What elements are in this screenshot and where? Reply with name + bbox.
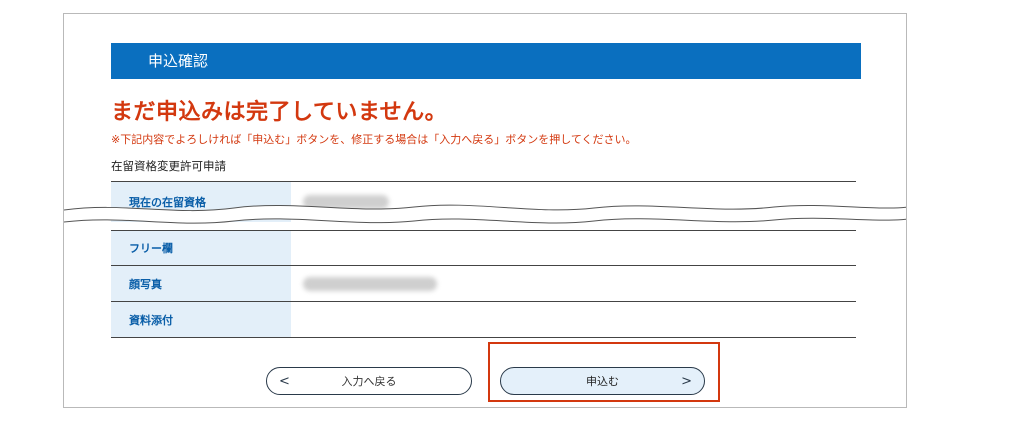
section-header-title: 申込確認	[148, 52, 209, 70]
row-label-free-field: フリー欄	[111, 231, 291, 265]
table-row: 顔写真	[111, 266, 856, 302]
section-header: 申込確認	[111, 43, 861, 79]
row-value-free-field	[291, 231, 856, 265]
application-type: 在留資格変更許可申請	[111, 159, 226, 173]
back-button-label: 入力へ戻る	[341, 375, 397, 388]
back-to-input-button[interactable]: < 入力へ戻る	[266, 367, 472, 395]
warning-title: まだ申込みは完了していません。	[111, 100, 448, 125]
chevron-left-icon: <	[279, 373, 290, 389]
row-label-attachments: 資料添付	[111, 302, 291, 337]
row-value-attachments	[291, 302, 856, 337]
table-row: 資料添付	[111, 302, 856, 338]
submit-highlight-box	[488, 342, 720, 402]
blurred-value	[303, 276, 437, 291]
row-value-photo	[291, 266, 856, 301]
table-row: フリー欄	[111, 230, 856, 266]
torn-edge-break	[64, 204, 906, 224]
row-label-photo: 顔写真	[111, 266, 291, 301]
warning-note: ※下記内容でよろしければ「申込む」ボタンを、修正する場合は「入力へ戻る」ボタンを…	[111, 133, 637, 146]
content-frame: 申込確認 まだ申込みは完了していません。 ※下記内容でよろしければ「申込む」ボタ…	[63, 13, 907, 408]
confirmation-table-bottom: フリー欄 顔写真 資料添付	[111, 230, 856, 338]
